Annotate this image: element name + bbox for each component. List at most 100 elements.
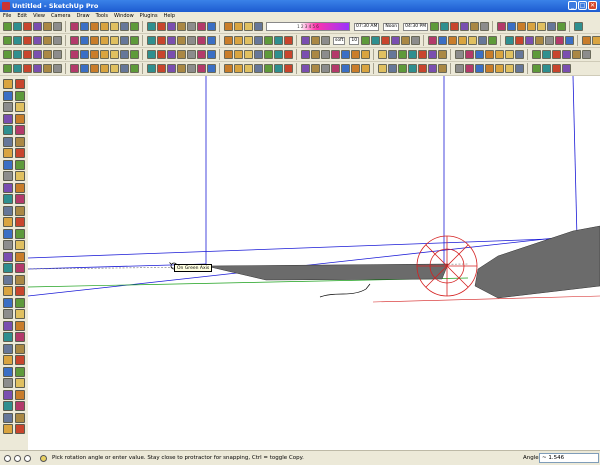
scale-icon[interactable] [15,148,25,158]
axes-icon[interactable] [15,366,25,377]
paint-bucket-icon[interactable] [3,90,13,101]
orbit-icon[interactable] [13,64,22,73]
zoom-window-icon[interactable] [428,36,438,45]
menu-help[interactable]: Help [161,12,178,20]
maximize-button[interactable]: □ [578,1,587,10]
previous-view-icon[interactable] [3,228,13,239]
freehand-icon[interactable] [3,125,13,135]
previous-view-icon[interactable] [90,36,99,45]
text-icon[interactable] [361,36,371,45]
text-icon[interactable] [3,36,12,45]
position-camera-icon[interactable] [90,64,99,73]
next-view-icon[interactable] [110,22,119,31]
rotate-icon[interactable] [254,64,263,73]
model-canvas[interactable] [27,75,600,450]
freehand-icon[interactable] [234,50,243,59]
walk-icon[interactable] [110,50,119,59]
eraser-icon[interactable] [177,22,186,31]
tape-measure-icon[interactable] [15,343,25,354]
scale-icon[interactable] [301,36,310,45]
push-pull-icon[interactable] [234,64,243,73]
axes-icon[interactable] [450,22,460,31]
dimension-icon[interactable] [3,355,13,365]
dimension-icon[interactable] [321,50,330,59]
line-icon[interactable] [177,50,186,59]
menu-plugins[interactable]: Plugins [137,12,161,20]
select-icon[interactable] [157,36,166,45]
menu-camera[interactable]: Camera [48,12,74,20]
zoom-extents-icon[interactable] [15,401,25,411]
paint-bucket-icon[interactable] [505,64,514,73]
freehand-icon[interactable] [244,36,253,45]
menu-tools[interactable]: Tools [93,12,111,20]
position-camera-icon[interactable] [120,22,129,31]
3d-text-icon[interactable] [33,22,42,31]
freehand-icon[interactable] [3,309,13,319]
rectangle-icon[interactable] [3,286,13,296]
next-view-icon[interactable] [80,64,89,73]
arc-icon[interactable] [552,64,561,73]
menu-edit[interactable]: Edit [14,12,30,20]
3d-text-icon[interactable] [23,36,32,45]
zoom-window-icon[interactable] [3,217,13,227]
circle-icon[interactable] [15,286,25,296]
zoom-icon[interactable] [43,50,52,59]
circle-icon[interactable] [197,50,206,59]
paint-bucket-icon[interactable] [535,36,545,45]
zoom-window-icon[interactable] [408,50,417,59]
3d-text-icon[interactable] [460,22,470,31]
eraser-icon[interactable] [157,50,166,59]
eraser-icon[interactable] [15,79,25,89]
walk-icon[interactable] [465,50,474,59]
arc-icon[interactable] [562,50,571,59]
rotate-icon[interactable] [15,136,25,147]
offset-icon[interactable] [3,159,13,170]
section-plane-icon[interactable] [147,36,156,45]
orbit-icon[interactable] [470,22,480,31]
previous-view-icon[interactable] [418,64,427,73]
position-camera-icon[interactable] [110,36,119,45]
pan-icon[interactable] [43,36,52,45]
next-view-icon[interactable] [90,50,99,59]
scale-icon[interactable] [274,64,283,73]
3d-text-icon[interactable] [3,378,13,388]
previous-view-icon[interactable] [100,22,109,31]
zoom-extents-icon[interactable] [418,50,427,59]
line-icon[interactable] [15,90,25,101]
next-view-icon[interactable] [15,412,25,423]
pan-icon[interactable] [3,389,13,400]
walk-icon[interactable] [557,22,567,31]
section-plane-icon[interactable] [130,50,139,59]
polygon-icon[interactable] [572,50,581,59]
freehand-icon[interactable] [224,64,233,73]
pan-icon[interactable] [480,22,490,31]
paint-bucket-icon[interactable] [187,22,196,31]
text-icon[interactable] [440,22,450,31]
polygon-icon[interactable] [224,50,233,59]
offset-icon[interactable] [284,64,293,73]
polygon-icon[interactable] [15,297,25,308]
3d-text-icon[interactable] [3,194,13,204]
position-camera-icon[interactable] [438,64,447,73]
offset-icon[interactable] [301,50,310,59]
text-icon[interactable] [341,50,350,59]
menu-view[interactable]: View [30,12,48,20]
next-view-icon[interactable] [428,64,437,73]
polygon-icon[interactable] [15,113,25,124]
scale-icon[interactable] [15,332,25,342]
orbit-icon[interactable] [15,194,25,204]
zoom-icon[interactable] [53,36,62,45]
walk-icon[interactable] [455,64,464,73]
orbit-icon[interactable] [391,36,401,45]
arc-icon[interactable] [197,64,206,73]
section-plane-icon[interactable] [475,64,484,73]
eraser-icon[interactable] [15,263,25,273]
freehand-icon[interactable] [254,22,263,31]
paint-bucket-icon[interactable] [515,50,524,59]
shadow-time-slider[interactable]: 1 2 3 4 5 6 [266,22,350,31]
follow-me-icon[interactable] [264,64,273,73]
previous-view-icon[interactable] [80,50,89,59]
tape-measure-icon[interactable] [15,159,25,170]
zoom-extents-icon[interactable] [408,64,417,73]
zoom-window-icon[interactable] [3,401,13,411]
